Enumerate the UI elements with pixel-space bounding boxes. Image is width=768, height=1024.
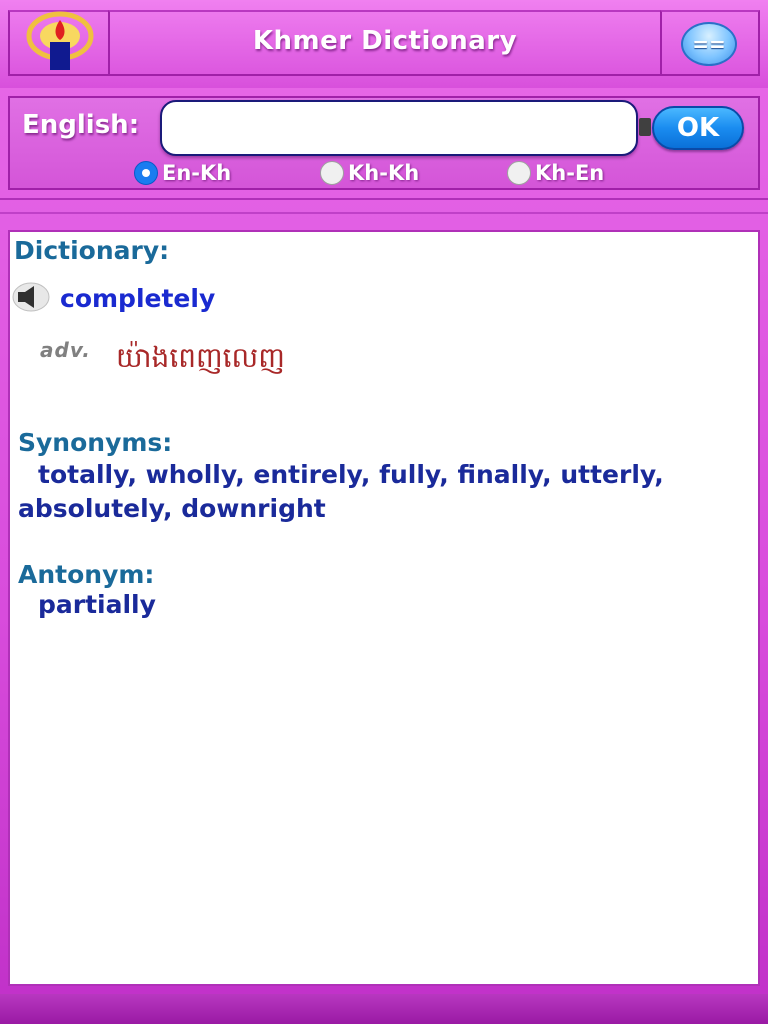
part-of-speech: adv. [40, 338, 91, 362]
divider [0, 198, 768, 200]
app-title: Khmer Dictionary [252, 26, 518, 56]
input-handle-icon [639, 118, 651, 136]
candle-logo-icon [26, 11, 94, 70]
menu-button[interactable]: == [681, 22, 737, 66]
mode-label-kh-kh: Kh-Kh [348, 161, 420, 185]
antonyms-list: partially [38, 590, 156, 619]
search-label: English: [22, 110, 140, 140]
dictionary-heading: Dictionary: [14, 236, 170, 265]
radio-selected-icon [134, 161, 158, 185]
ok-button[interactable]: OK [652, 106, 744, 150]
radio-unselected-icon [320, 161, 344, 185]
synonyms-list: totally, wholly, entirely, fully, finall… [18, 460, 664, 523]
mode-label-en-kh: En-Kh [162, 161, 232, 185]
khmer-definition: យ៉ាងពេញលេញ [116, 341, 285, 374]
mode-radio-en-kh[interactable]: En-Kh [134, 160, 231, 186]
mode-label-kh-en: Kh-En [535, 161, 605, 185]
speaker-icon[interactable] [12, 282, 50, 312]
divider [0, 212, 768, 214]
radio-unselected-icon [507, 161, 531, 185]
mode-radio-kh-en[interactable]: Kh-En [507, 160, 604, 186]
headword: completely [60, 284, 216, 313]
mode-radio-kh-kh[interactable]: Kh-Kh [320, 160, 419, 186]
search-input[interactable] [160, 100, 638, 156]
synonyms-heading: Synonyms: [18, 428, 173, 457]
antonyms-heading: Antonym: [18, 560, 155, 589]
bottom-bar [0, 994, 768, 1024]
